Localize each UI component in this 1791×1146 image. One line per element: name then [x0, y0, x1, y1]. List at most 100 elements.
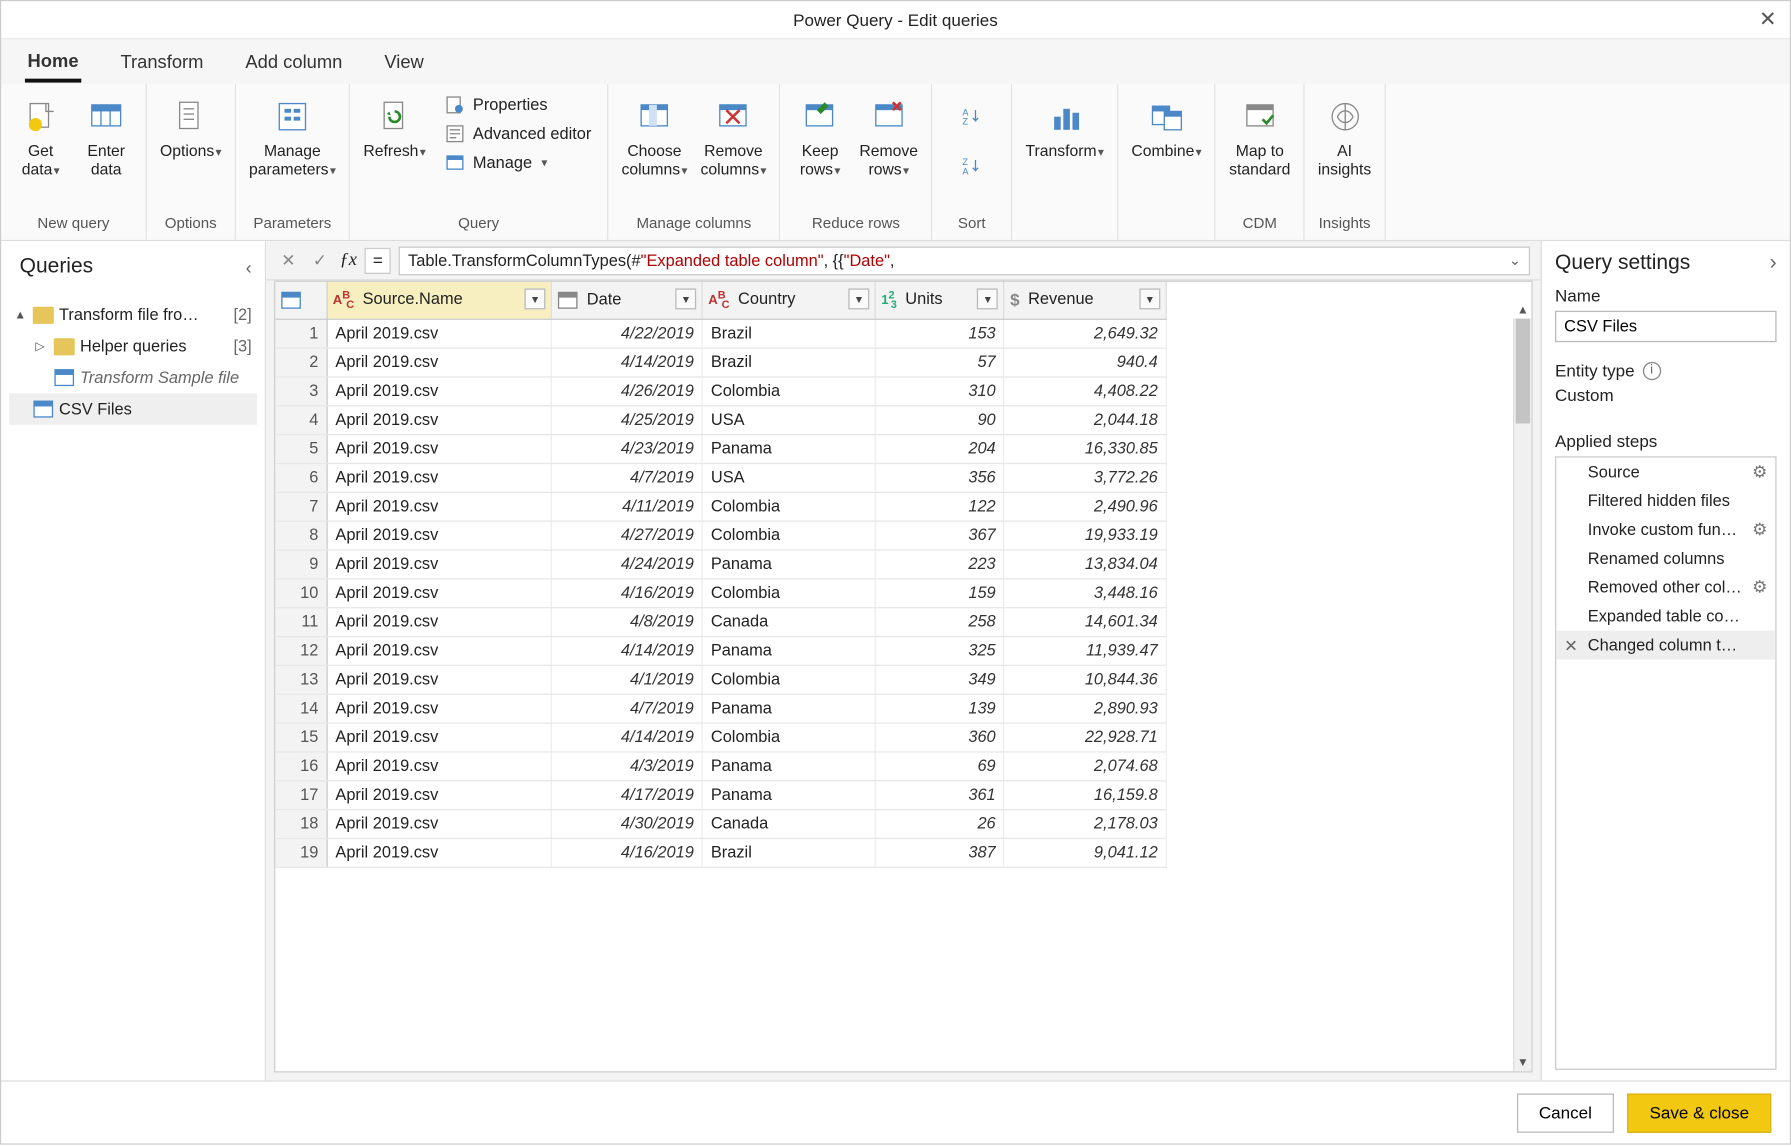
ribbon-transform-button[interactable]: Transform▾ [1020, 89, 1109, 160]
cell[interactable]: 4/1/2019 [551, 665, 702, 694]
cell[interactable]: Colombia [702, 665, 875, 694]
cell[interactable]: April 2019.csv [327, 347, 552, 376]
cell[interactable]: 325 [875, 636, 1004, 665]
cell[interactable]: 4/25/2019 [551, 405, 702, 434]
expander-icon[interactable]: ▲ [14, 308, 27, 321]
tab-add-column[interactable]: Add column [243, 43, 345, 80]
row-number[interactable]: 15 [275, 722, 327, 751]
table-row[interactable]: 2April 2019.csv4/14/2019Brazil57940.4 [275, 347, 1166, 376]
applied-step[interactable]: Expanded table co… [1556, 602, 1775, 631]
cell[interactable]: 153 [875, 319, 1004, 348]
cancel-formula-icon[interactable]: ✕ [277, 250, 301, 271]
cell[interactable]: April 2019.csv [327, 838, 552, 867]
row-number[interactable]: 9 [275, 549, 327, 578]
cell[interactable]: April 2019.csv [327, 809, 552, 838]
collapse-queries-icon[interactable]: ‹ [246, 257, 252, 278]
cell[interactable]: 4/7/2019 [551, 694, 702, 723]
cell[interactable]: Panama [702, 780, 875, 809]
cell[interactable]: 4/14/2019 [551, 722, 702, 751]
cell[interactable]: Colombia [702, 376, 875, 405]
table-row[interactable]: 15April 2019.csv4/14/2019Colombia36022,9… [275, 722, 1166, 751]
cell[interactable]: April 2019.csv [327, 751, 552, 780]
cell[interactable]: 26 [875, 809, 1004, 838]
cell[interactable]: 13,834.04 [1004, 549, 1166, 578]
cell[interactable]: April 2019.csv [327, 319, 552, 348]
table-row[interactable]: 6April 2019.csv4/7/2019USA3563,772.26 [275, 463, 1166, 492]
row-number[interactable]: 19 [275, 838, 327, 867]
column-header-country[interactable]: ABC Country▼ [702, 282, 875, 319]
cell[interactable]: Colombia [702, 578, 875, 607]
cell[interactable]: 9,041.12 [1004, 838, 1166, 867]
cell[interactable]: Brazil [702, 319, 875, 348]
ribbon-ai-button[interactable]: AIinsights [1313, 89, 1377, 179]
cell[interactable]: Panama [702, 694, 875, 723]
query-name-input[interactable] [1555, 311, 1777, 342]
row-number[interactable]: 5 [275, 434, 327, 463]
cell[interactable]: USA [702, 463, 875, 492]
cell[interactable]: 16,330.85 [1004, 434, 1166, 463]
save-close-button[interactable]: Save & close [1627, 1093, 1771, 1132]
cell[interactable]: 4/27/2019 [551, 521, 702, 550]
query-tree-item[interactable]: ▷Helper queries[3] [9, 330, 257, 361]
fx-icon[interactable]: ƒx [340, 250, 357, 271]
cancel-button[interactable]: Cancel [1517, 1093, 1615, 1132]
cell[interactable]: 122 [875, 492, 1004, 521]
table-row[interactable]: 4April 2019.csv4/25/2019USA902,044.18 [275, 405, 1166, 434]
row-number[interactable]: 1 [275, 319, 327, 348]
applied-step[interactable]: ✕Changed column t… [1556, 631, 1775, 660]
cell[interactable]: 223 [875, 549, 1004, 578]
table-row[interactable]: 10April 2019.csv4/16/2019Colombia1593,44… [275, 578, 1166, 607]
cell[interactable]: April 2019.csv [327, 694, 552, 723]
cell[interactable]: 2,490.96 [1004, 492, 1166, 521]
delete-step-icon[interactable]: ✕ [1564, 635, 1578, 655]
row-number[interactable]: 6 [275, 463, 327, 492]
cell[interactable]: 4/17/2019 [551, 780, 702, 809]
row-number[interactable]: 14 [275, 694, 327, 723]
table-row[interactable]: 12April 2019.csv4/14/2019Panama32511,939… [275, 636, 1166, 665]
row-number[interactable]: 2 [275, 347, 327, 376]
cell[interactable]: 11,939.47 [1004, 636, 1166, 665]
applied-step[interactable]: Removed other col…⚙ [1556, 573, 1775, 602]
gear-icon[interactable]: ⚙ [1752, 462, 1767, 483]
row-number[interactable]: 4 [275, 405, 327, 434]
ribbon-remove-rows-button[interactable]: Removerows▾ [854, 89, 923, 179]
info-icon[interactable]: i [1642, 361, 1660, 379]
row-number[interactable]: 12 [275, 636, 327, 665]
row-number[interactable]: 11 [275, 607, 327, 636]
cell[interactable]: Panama [702, 636, 875, 665]
ribbon-keep-rows-button[interactable]: Keeprows▾ [789, 89, 852, 179]
ribbon-combine-button[interactable]: Combine▾ [1126, 89, 1207, 160]
applied-step[interactable]: Invoke custom fun…⚙ [1556, 515, 1775, 544]
cell[interactable]: Canada [702, 809, 875, 838]
cell[interactable]: April 2019.csv [327, 434, 552, 463]
table-row[interactable]: 16April 2019.csv4/3/2019Panama692,074.68 [275, 751, 1166, 780]
gear-icon[interactable]: ⚙ [1752, 519, 1767, 540]
cell[interactable]: April 2019.csv [327, 376, 552, 405]
row-number[interactable]: 17 [275, 780, 327, 809]
cell[interactable]: April 2019.csv [327, 780, 552, 809]
cell[interactable]: 2,044.18 [1004, 405, 1166, 434]
cell[interactable]: Canada [702, 607, 875, 636]
cell[interactable]: 349 [875, 665, 1004, 694]
cell[interactable]: 4/16/2019 [551, 578, 702, 607]
cell[interactable]: 940.4 [1004, 347, 1166, 376]
cell[interactable]: 4/8/2019 [551, 607, 702, 636]
filter-dropdown-icon[interactable]: ▼ [525, 288, 546, 309]
cell[interactable]: 4/14/2019 [551, 636, 702, 665]
column-header-units[interactable]: 123 Units▼ [875, 282, 1004, 319]
cell[interactable]: 4/7/2019 [551, 463, 702, 492]
cell[interactable]: 90 [875, 405, 1004, 434]
cell[interactable]: 57 [875, 347, 1004, 376]
cell[interactable]: 4/11/2019 [551, 492, 702, 521]
cell[interactable]: April 2019.csv [327, 665, 552, 694]
tab-home[interactable]: Home [25, 41, 81, 82]
cell[interactable]: 4,408.22 [1004, 376, 1166, 405]
cell[interactable]: 10,844.36 [1004, 665, 1166, 694]
row-number[interactable]: 10 [275, 578, 327, 607]
table-row[interactable]: 11April 2019.csv4/8/2019Canada25814,601.… [275, 607, 1166, 636]
table-row[interactable]: 17April 2019.csv4/17/2019Panama36116,159… [275, 780, 1166, 809]
table-row[interactable]: 3April 2019.csv4/26/2019Colombia3104,408… [275, 376, 1166, 405]
formula-input[interactable]: Table.TransformColumnTypes(#"Expanded ta… [399, 246, 1530, 275]
ribbon-manage-item[interactable]: Manage ▾ [439, 149, 597, 175]
table-row[interactable]: 8April 2019.csv4/27/2019Colombia36719,93… [275, 521, 1166, 550]
